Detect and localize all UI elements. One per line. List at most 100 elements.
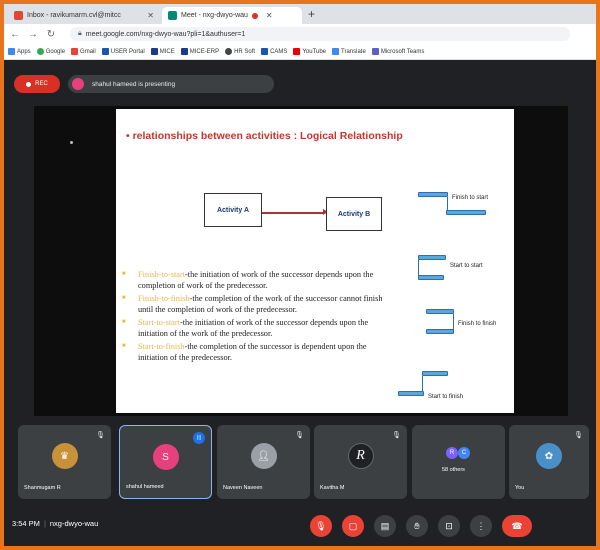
bookmark-hr-soft[interactable]: HR Soft xyxy=(225,48,255,55)
presenter-banner[interactable]: shahul hameed is presenting xyxy=(68,75,274,93)
gantt-link xyxy=(422,376,423,392)
portal-icon xyxy=(101,48,109,55)
gmail-icon xyxy=(14,11,23,20)
avatar: ♛ xyxy=(51,443,78,469)
bookmark-gmail[interactable]: Gmail xyxy=(71,48,96,55)
clock-time: 3:54 PM xyxy=(12,519,40,528)
dependency-arrow xyxy=(262,209,328,215)
translate-icon xyxy=(332,48,340,55)
presentation-slide: • relationships between activities : Log… xyxy=(116,109,514,413)
list-item: ■ Start-to-finish-the completion of the s… xyxy=(122,342,367,362)
bookmark-user-portal[interactable]: USER Portal xyxy=(101,48,145,55)
mic-off-icon: 🎙︎ xyxy=(574,432,583,439)
screen-frame: Inbox - ravikumarm.cvl@mitcc ✕ Meet - nx… xyxy=(0,0,600,550)
others-count: 58 others xyxy=(442,467,465,473)
more-options-button[interactable]: ⋮ xyxy=(470,515,492,537)
participant-name: Kavitha M xyxy=(320,485,345,491)
activity-b-box: Activity B xyxy=(326,197,382,231)
more-vert-icon: ⋮ xyxy=(476,520,486,531)
gantt-bar xyxy=(446,210,486,215)
bookmark-google[interactable]: Google xyxy=(36,48,65,55)
meet-controls-bar: 3:54 PM | nxg-dwyo-wau 🎙︎ ▢ ▤ ✋︎ ⊡ ⋮ ☎︎ xyxy=(4,504,596,546)
participant-tile[interactable]: 🎙︎ ♛ Shanmugam R xyxy=(18,425,111,499)
participant-tile[interactable]: 🎙︎ 👤︎ Naveen Naveen xyxy=(217,425,310,499)
gantt-link xyxy=(447,197,448,211)
tab-label: Meet - nxg-dwyo-wau xyxy=(181,12,248,19)
list-item: ■ Finish-to-start-the initiation of work … xyxy=(122,270,374,290)
relationship-list: ■ Finish-to-start-the initiation of work … xyxy=(120,269,390,365)
diagram-label: Finish to start xyxy=(452,195,489,201)
participant-strip: 🎙︎ ♛ Shanmugam R ||| S shahul hameed 🎙︎ … xyxy=(18,425,596,501)
gantt-bar xyxy=(418,255,446,260)
self-tile[interactable]: 🎙︎ ✿ You xyxy=(509,425,589,499)
back-icon[interactable]: ← xyxy=(10,29,20,40)
meeting-info: 3:54 PM | nxg-dwyo-wau xyxy=(12,519,99,528)
cams-icon xyxy=(261,48,269,55)
participant-tile[interactable]: ||| S shahul hameed xyxy=(119,425,212,499)
mic-toggle-button[interactable]: 🎙︎ xyxy=(310,515,332,537)
bookmark-mice[interactable]: MICE xyxy=(150,48,175,55)
participant-name: shahul hameed xyxy=(126,484,164,490)
cursor-dot xyxy=(70,141,73,144)
gantt-bar xyxy=(426,329,454,334)
forward-icon[interactable]: → xyxy=(28,29,38,40)
recording-indicator[interactable]: REC xyxy=(14,75,60,93)
bookmark-teams[interactable]: Microsoft Teams xyxy=(371,48,424,55)
recording-dot-icon xyxy=(251,12,258,19)
slide-title: • relationships between activities : Log… xyxy=(126,130,403,142)
gantt-bar xyxy=(418,192,448,197)
reload-icon[interactable]: ↻ xyxy=(46,29,56,40)
mic-off-icon: 🎙︎ xyxy=(392,432,401,439)
apps-grid-icon xyxy=(8,48,15,55)
list-item: ■ Start-to-start-the initiation of work o… xyxy=(122,318,369,338)
present-button[interactable]: ⊡ xyxy=(438,515,460,537)
hand-icon: ✋︎ xyxy=(414,520,420,531)
youtube-icon xyxy=(293,48,301,55)
diagram-label: Finish to finish xyxy=(458,321,497,327)
tab-meet[interactable]: Meet - nxg-dwyo-wau ✕ xyxy=(162,7,302,24)
others-tile[interactable]: R C 58 others xyxy=(412,425,505,499)
globe-icon xyxy=(225,48,233,55)
avatar: ✿ xyxy=(536,443,562,469)
present-icon: ⊡ xyxy=(445,520,453,531)
close-icon[interactable]: ✕ xyxy=(147,11,154,20)
bookmark-translate[interactable]: Translate xyxy=(332,48,366,55)
leave-call-button[interactable]: ☎︎ xyxy=(502,515,532,537)
avatar xyxy=(72,78,84,90)
tab-inbox[interactable]: Inbox - ravikumarm.cvl@mitcc ✕ xyxy=(8,7,160,24)
mic-off-icon: 🎙︎ xyxy=(295,432,304,439)
participant-tile[interactable]: 🎙︎ R Kavitha M xyxy=(314,425,407,499)
avatar: C xyxy=(458,447,470,459)
bookmark-mice-erp[interactable]: MICE-ERP xyxy=(180,48,219,55)
bookmark-cams[interactable]: CAMS xyxy=(261,48,287,55)
list-item: ■ Finish-to-finish-the completion of the … xyxy=(122,294,383,314)
tab-label: Inbox - ravikumarm.cvl@mitcc xyxy=(27,12,121,19)
bookmarks-bar: Apps Google Gmail USER Portal MICE MICE-… xyxy=(4,44,596,60)
meeting-code: nxg-dwyo-wau xyxy=(49,519,99,528)
meet-icon xyxy=(168,11,177,20)
new-tab-button[interactable]: + xyxy=(308,7,315,21)
gmail-icon xyxy=(71,48,79,55)
avatar: R xyxy=(446,447,458,459)
participant-name: Naveen Naveen xyxy=(223,485,263,491)
mic-off-icon: 🎙︎ xyxy=(315,520,327,531)
raise-hand-button[interactable]: ✋︎ xyxy=(406,515,428,537)
hangup-icon: ☎︎ xyxy=(511,520,523,531)
address-bar[interactable]: 🔒︎ meet.google.com/nxg-dwyo-wau?pli=1&au… xyxy=(70,27,570,41)
gantt-bar xyxy=(422,371,448,376)
bookmark-youtube[interactable]: YouTube xyxy=(293,48,326,55)
browser-tab-strip: Inbox - ravikumarm.cvl@mitcc ✕ Meet - nx… xyxy=(4,4,596,24)
avatar: S xyxy=(152,444,179,470)
close-icon[interactable]: ✕ xyxy=(266,11,273,20)
captions-icon: ▤ xyxy=(380,520,390,531)
activity-a-box: Activity A xyxy=(204,193,262,227)
camera-toggle-button[interactable]: ▢ xyxy=(342,515,364,537)
lock-icon: 🔒︎ xyxy=(78,30,82,37)
participant-name: Shanmugam R xyxy=(24,485,61,491)
mic-off-icon: 🎙︎ xyxy=(96,432,105,439)
diagram-label: Start to finish xyxy=(428,394,464,400)
captions-button[interactable]: ▤ xyxy=(374,515,396,537)
google-icon xyxy=(36,48,44,55)
erp-icon xyxy=(180,48,188,55)
bookmark-apps[interactable]: Apps xyxy=(8,48,31,55)
